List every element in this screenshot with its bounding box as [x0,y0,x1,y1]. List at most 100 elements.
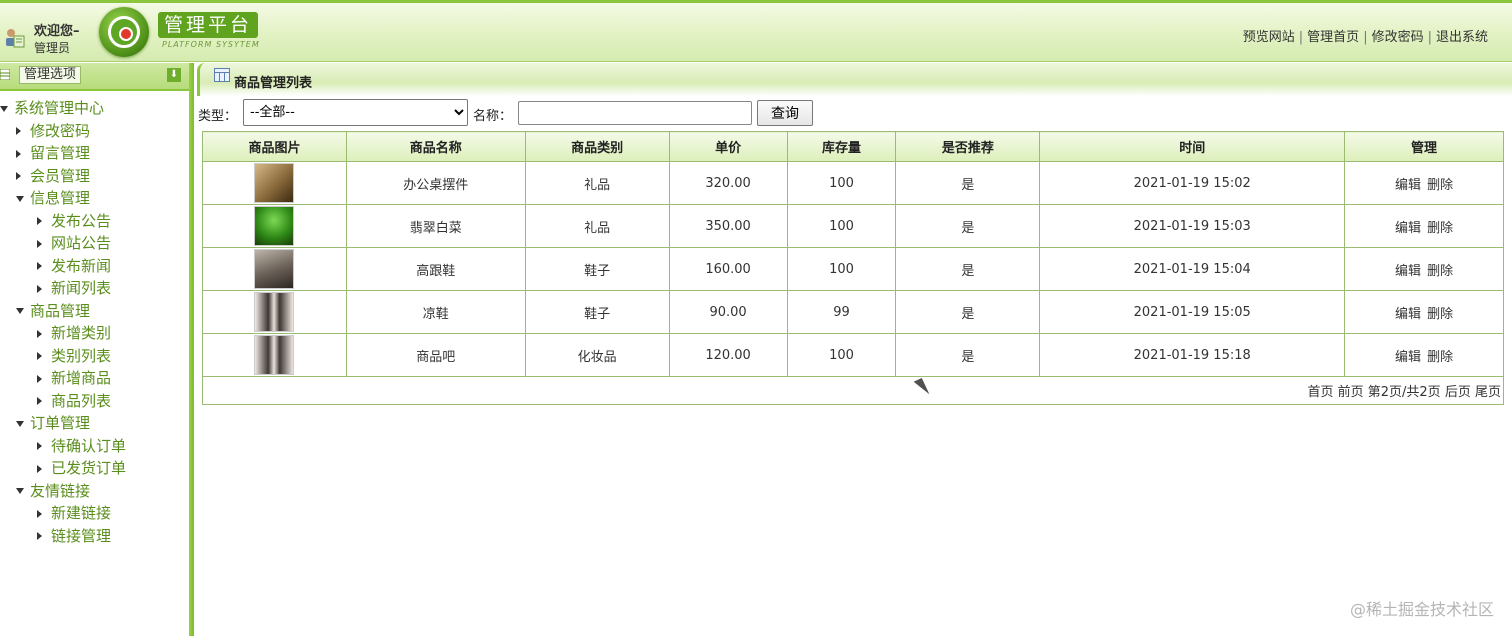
manage-cell: 编辑 删除 [1344,247,1504,291]
triangle-down-icon [0,105,8,112]
sidebar-item[interactable]: 新建链接 [37,502,111,522]
sidebar-item[interactable]: 商品列表 [37,390,111,410]
triangle-right-icon [16,149,21,158]
admin-home-link[interactable]: 管理首页 [1307,30,1359,45]
sidebar-item-label: 商品列表 [51,391,112,410]
table-row: 高跟鞋 鞋子 160.00 100 是 2021-01-19 15:04 编辑 … [202,247,1504,291]
image-cell [202,247,347,291]
edit-link[interactable]: 编辑 [1395,264,1421,279]
manage-cell: 编辑 删除 [1344,204,1504,248]
sidebar-item[interactable]: 留言管理 [16,142,90,162]
sidebar-item-label: 信息管理 [30,189,91,207]
list-icon [214,68,230,82]
grid-icon [0,69,10,80]
sidebar-item-label: 待确认订单 [51,436,127,455]
time-cell: 2021-01-19 15:18 [1039,333,1346,377]
sidebar-item[interactable]: 新增类别 [37,322,111,342]
name-input[interactable] [518,101,752,125]
triangle-right-icon [37,217,42,225]
sidebar-header: 管理选项 ⬇ [0,63,189,91]
delete-link[interactable]: 删除 [1427,307,1453,322]
sidebar-item-label: 订单管理 [30,414,91,432]
sidebar-item[interactable]: 修改密码 [16,120,90,140]
name-cell: 翡翠白菜 [345,204,526,248]
edit-link[interactable]: 编辑 [1395,221,1421,236]
sidebar-divider[interactable] [189,63,194,636]
pager: 首页 前页 第2页/共2页 后页 尾页 [202,376,1504,405]
type-select[interactable]: --全部-- [243,99,468,126]
top-nav: 预览网站 | 管理首页 | 修改密码 | 退出系统 [1243,26,1488,45]
col-header: 商品图片 [202,131,347,162]
sidebar-title[interactable]: 管理选项 [19,66,82,84]
change-password-link[interactable]: 修改密码 [1372,30,1424,45]
product-thumbnail[interactable] [254,335,295,375]
sidebar-item[interactable]: 发布新闻 [37,255,111,275]
product-thumbnail[interactable] [254,249,295,289]
type-label: 类型： [198,109,238,124]
col-header: 商品类别 [524,131,670,162]
category-cell: 鞋子 [524,247,670,291]
panel-tab [197,63,1512,96]
sidebar-item[interactable]: 系统管理中心 [0,97,104,117]
stock-cell: 100 [786,161,897,205]
sidebar-item-label: 会员管理 [30,166,91,185]
sidebar-item[interactable]: 待确认订单 [37,435,126,455]
collapse-arrow-icon[interactable]: ⬇ [167,68,181,82]
product-thumbnail[interactable] [254,206,295,246]
sidebar-item[interactable]: 发布公告 [37,210,111,230]
sidebar-item[interactable]: 会员管理 [16,165,90,185]
sidebar-item[interactable]: 网站公告 [37,232,111,252]
triangle-right-icon [16,127,21,135]
logo-icon [99,7,149,57]
edit-link[interactable]: 编辑 [1395,307,1421,322]
separator: | [1363,30,1368,45]
logout-link[interactable]: 退出系统 [1436,30,1488,45]
name-cell: 高跟鞋 [345,247,526,291]
edit-link[interactable]: 编辑 [1395,178,1421,193]
first-page-link[interactable]: 首页 [1307,385,1333,400]
watermark: @稀土掘金技术社区 [1349,600,1494,619]
stock-cell: 100 [786,204,897,248]
sidebar-item[interactable]: 友情链接 [16,480,90,500]
preview-site-link[interactable]: 预览网站 [1243,30,1295,45]
sidebar-item[interactable]: 类别列表 [37,345,111,365]
image-cell [202,333,347,377]
sidebar-item-label: 新增类别 [51,324,112,342]
sidebar-item-label: 留言管理 [30,144,91,162]
edit-link[interactable]: 编辑 [1395,350,1421,365]
delete-link[interactable]: 删除 [1427,264,1453,279]
last-page-link[interactable]: 尾页 [1475,385,1501,400]
stock-cell: 99 [786,290,897,334]
sidebar-item[interactable]: 新闻列表 [37,277,111,297]
delete-link[interactable]: 删除 [1427,350,1453,365]
next-page-link[interactable]: 后页 [1445,385,1471,400]
table-row: 翡翠白菜 礼品 350.00 100 是 2021-01-19 15:03 编辑… [202,204,1504,248]
triangle-right-icon [37,284,42,293]
product-thumbnail[interactable] [254,292,295,332]
sidebar-item[interactable]: 已发货订单 [37,457,126,477]
triangle-right-icon [37,262,42,270]
price-cell: 320.00 [668,161,788,205]
delete-link[interactable]: 删除 [1427,221,1453,236]
delete-link[interactable]: 删除 [1427,178,1453,193]
search-button[interactable]: 查询 [757,100,813,126]
triangle-right-icon [37,352,42,360]
category-cell: 鞋子 [524,290,670,334]
category-cell: 化妆品 [524,333,670,377]
sidebar-item[interactable]: 链接管理 [37,525,111,545]
col-header: 是否推荐 [895,131,1041,162]
triangle-right-icon [37,374,42,383]
logo-subtitle: PLATFORM SYSYTEM [162,40,260,49]
triangle-right-icon [37,464,42,473]
manage-cell: 编辑 删除 [1344,161,1504,205]
sidebar-item-label: 商品管理 [30,301,91,320]
name-cell: 办公桌摆件 [345,161,526,205]
separator: | [1298,30,1304,45]
sidebar-item[interactable]: 订单管理 [16,412,90,432]
triangle-right-icon [37,397,42,405]
prev-page-link[interactable]: 前页 [1338,385,1364,400]
sidebar-item[interactable]: 信息管理 [16,187,90,207]
product-thumbnail[interactable] [254,163,295,203]
sidebar-item[interactable]: 商品管理 [16,300,90,320]
sidebar-item[interactable]: 新增商品 [37,367,111,387]
